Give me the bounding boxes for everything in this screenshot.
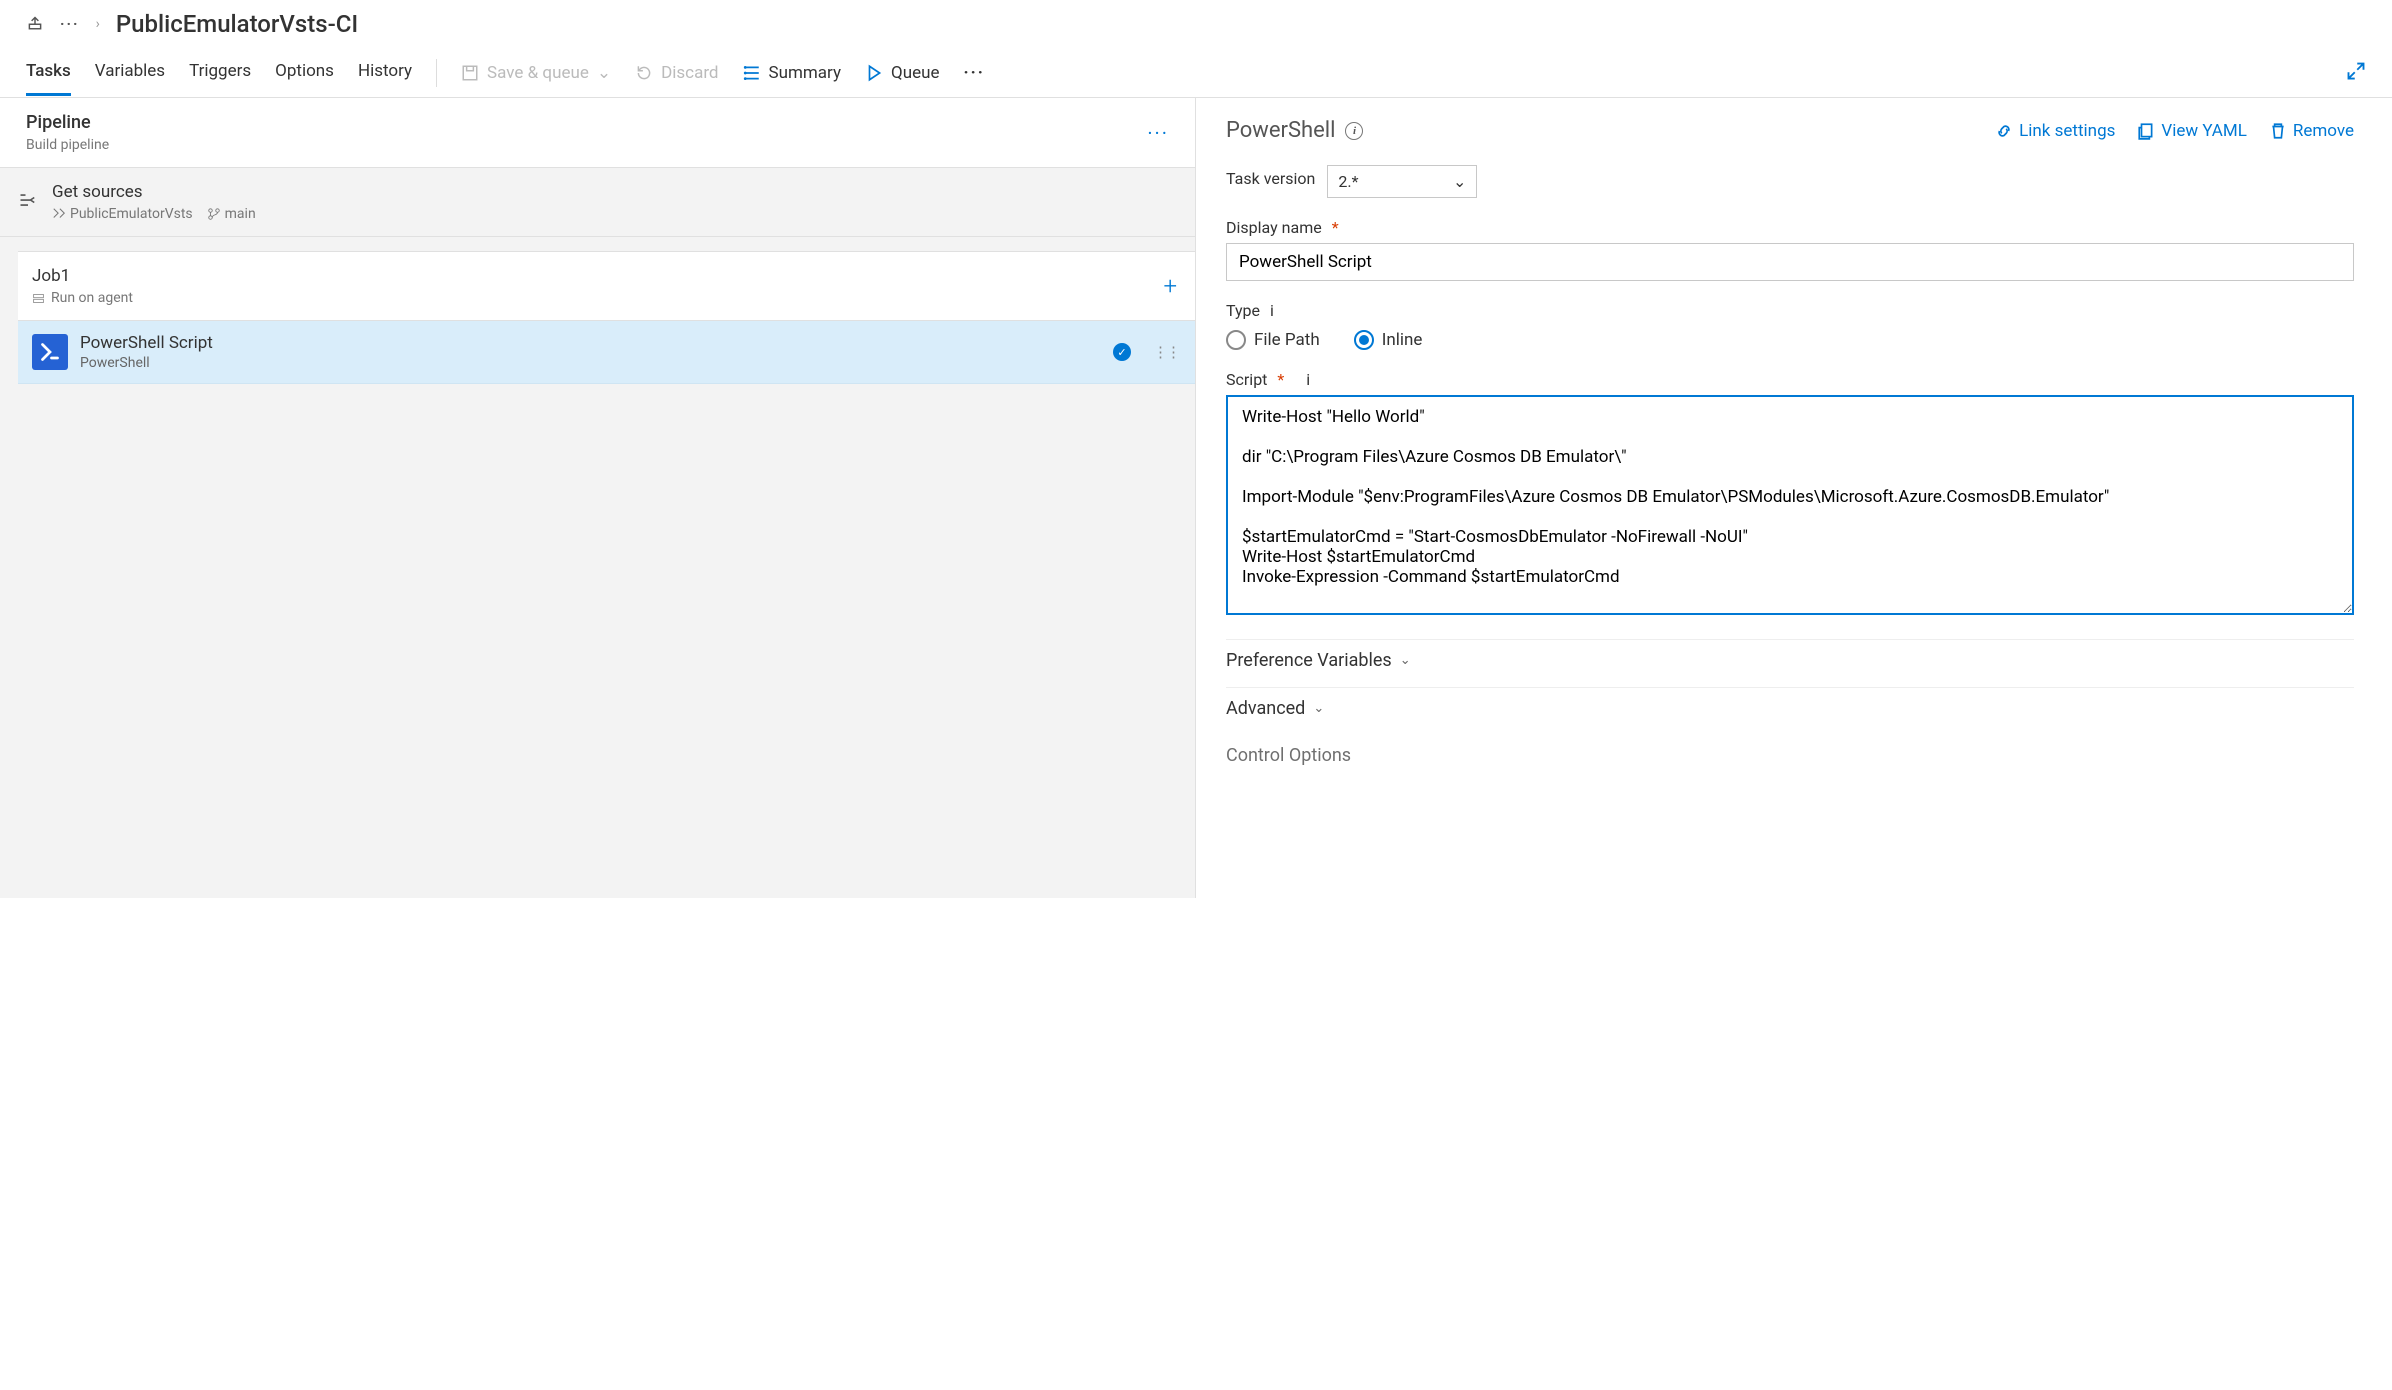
get-sources-title: Get sources (52, 182, 256, 202)
more-icon[interactable]: ··· (60, 15, 80, 33)
left-pane: Pipeline Build pipeline ··· Get sources … (0, 98, 1196, 898)
pipeline-header-row[interactable]: Pipeline Build pipeline ··· (0, 98, 1195, 168)
radio-inline[interactable]: Inline (1354, 330, 1423, 350)
advanced-section[interactable]: Advanced ⌄ (1226, 687, 2354, 729)
required-star: * (1332, 218, 1339, 237)
chevron-down-icon: ⌄ (1313, 701, 1324, 716)
script-textarea[interactable] (1226, 395, 2354, 615)
discard-button[interactable]: Discard (635, 63, 718, 83)
radio-file-path[interactable]: File Path (1226, 330, 1320, 350)
save-queue-label: Save & queue (487, 63, 589, 83)
pipeline-more-icon[interactable]: ··· (1147, 121, 1169, 145)
preference-variables-section[interactable]: Preference Variables ⌄ (1226, 639, 2354, 681)
expand-icon[interactable] (2346, 61, 2366, 85)
link-settings-button[interactable]: Link settings (1995, 121, 2115, 141)
script-label: Script (1226, 370, 1267, 389)
discard-label: Discard (661, 63, 718, 83)
tab-options[interactable]: Options (275, 49, 334, 96)
job-title: Job1 (32, 266, 133, 286)
pipeline-title: Pipeline (26, 112, 109, 133)
tab-variables[interactable]: Variables (95, 49, 165, 96)
tabs-row: Tasks Variables Triggers Options History… (0, 48, 2392, 98)
pipeline-subtitle: Build pipeline (26, 137, 109, 153)
add-task-button[interactable]: + (1163, 272, 1177, 300)
task-title: PowerShell Script (80, 333, 213, 353)
display-name-label: Display name (1226, 218, 1322, 237)
tab-triggers[interactable]: Triggers (189, 49, 251, 96)
summary-button[interactable]: Summary (743, 63, 841, 83)
right-pane: PowerShell i Link settings View YAML Rem… (1196, 98, 2392, 898)
pipeline-root-icon[interactable] (26, 13, 44, 35)
display-name-input[interactable] (1226, 243, 2354, 281)
drag-handle-icon[interactable]: ⋮⋮ (1153, 343, 1179, 361)
summary-label: Summary (769, 63, 841, 83)
control-options-section[interactable]: Control Options (1226, 735, 2354, 776)
info-icon[interactable]: i (1306, 370, 1310, 389)
required-star: * (1277, 370, 1284, 389)
repo-icon (52, 207, 66, 221)
sources-icon (18, 190, 38, 214)
task-subtitle: PowerShell (80, 355, 213, 371)
job-subtitle: Run on agent (32, 290, 133, 306)
save-and-queue-button[interactable]: Save & queue ⌄ (461, 63, 611, 83)
task-row-powershell[interactable]: PowerShell Script PowerShell ✓ ⋮⋮ (18, 321, 1195, 384)
type-label: Type (1226, 301, 1260, 320)
info-icon[interactable]: i (1270, 301, 1274, 320)
check-icon: ✓ (1113, 343, 1131, 361)
repo-name: PublicEmulatorVsts (70, 206, 193, 222)
task-version-label: Task version (1226, 169, 1315, 188)
chevron-down-icon: ⌄ (1400, 653, 1411, 668)
chevron-right-icon: › (96, 16, 100, 32)
chevron-down-icon: ⌄ (1453, 172, 1466, 191)
tab-tasks[interactable]: Tasks (26, 49, 71, 96)
job-row[interactable]: Job1 Run on agent + (18, 251, 1195, 321)
remove-button[interactable]: Remove (2269, 121, 2354, 141)
more-actions-button[interactable]: ··· (963, 63, 984, 83)
queue-button[interactable]: Queue (865, 63, 939, 83)
info-icon[interactable]: i (1345, 122, 1363, 140)
pipeline-name[interactable]: PublicEmulatorVsts-CI (116, 10, 358, 38)
view-yaml-button[interactable]: View YAML (2137, 121, 2246, 141)
task-version-select[interactable]: 2.* ⌄ (1327, 165, 1477, 198)
get-sources-row[interactable]: Get sources PublicEmulatorVsts main (0, 168, 1195, 237)
branch-icon (207, 207, 221, 221)
task-detail-title: PowerShell (1226, 118, 1335, 143)
breadcrumb: ··· › PublicEmulatorVsts-CI (0, 0, 2392, 48)
queue-label: Queue (891, 63, 939, 83)
agent-icon (32, 292, 45, 305)
divider (436, 59, 437, 87)
powershell-icon (32, 334, 68, 370)
chevron-down-icon: ⌄ (597, 63, 611, 83)
tab-history[interactable]: History (358, 49, 412, 96)
branch-name: main (225, 206, 256, 222)
